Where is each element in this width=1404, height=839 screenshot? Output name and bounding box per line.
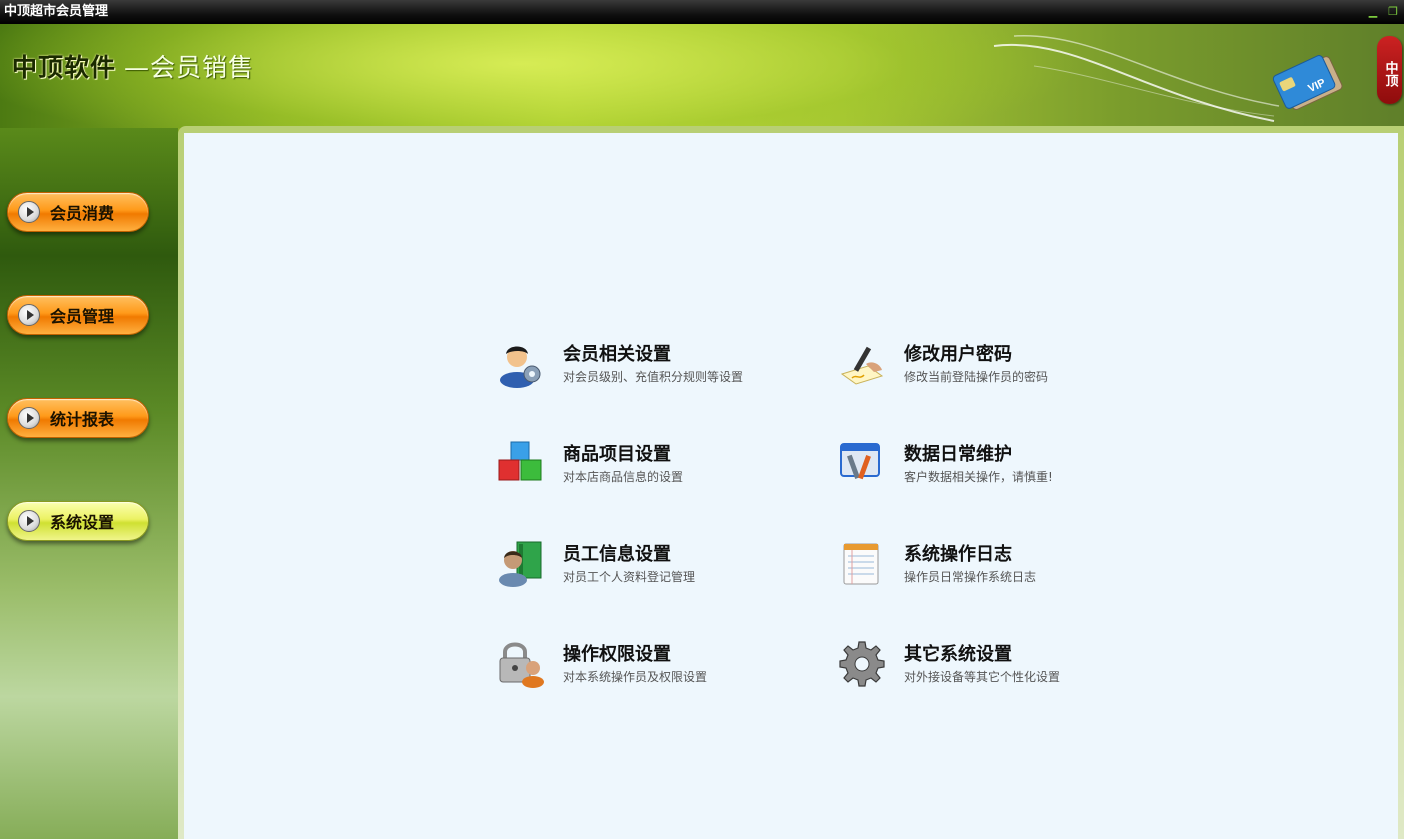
nav-member-consumption-button[interactable]: 会员消费 xyxy=(7,192,149,232)
item-description: 对本店商品信息的设置 xyxy=(563,470,684,484)
data-maintenance-item[interactable]: 数据日常维护 客户数据相关操作，请慎重! xyxy=(838,440,1138,500)
seal-logo: 中顶 xyxy=(1377,36,1402,104)
nav-label: 会员消费 xyxy=(50,204,115,223)
system-log-item[interactable]: 系统操作日志 操作员日常操作系统日志 xyxy=(838,540,1138,600)
left-sidebar xyxy=(0,128,178,839)
gear-icon xyxy=(839,641,885,687)
nav-label: 系统设置 xyxy=(50,513,115,532)
window-controls: ▁ ❐ xyxy=(1368,0,1398,24)
item-title: 修改用户密码 xyxy=(904,344,1012,365)
maintenance-tools-icon xyxy=(840,443,880,480)
brand-name: 中顶软件 xyxy=(12,53,117,82)
item-title: 系统操作日志 xyxy=(904,544,1012,565)
product-cubes-icon xyxy=(498,441,542,481)
window-title: 中顶超市会员管理 xyxy=(4,4,109,19)
item-title: 其它系统设置 xyxy=(904,644,1012,665)
nav-label: 会员管理 xyxy=(50,307,115,326)
restore-icon[interactable]: ❐ xyxy=(1388,6,1398,17)
item-description: 对会员级别、充值积分规则等设置 xyxy=(563,370,744,384)
product-settings-item[interactable]: 商品项目设置 对本店商品信息的设置 xyxy=(497,440,797,500)
item-description: 客户数据相关操作，请慎重! xyxy=(904,470,1053,484)
member-settings-item[interactable]: 会员相关设置 对会员级别、充值积分规则等设置 xyxy=(497,340,797,400)
play-icon xyxy=(18,510,40,532)
permission-settings-item[interactable]: 操作权限设置 对本系统操作员及权限设置 xyxy=(497,640,797,700)
employee-settings-item[interactable]: 员工信息设置 对员工个人资料登记管理 xyxy=(497,540,797,600)
pen-signature-icon xyxy=(840,346,884,385)
item-title: 商品项目设置 xyxy=(563,444,671,465)
item-title: 数据日常维护 xyxy=(904,444,1012,465)
padlock-user-icon xyxy=(499,642,544,688)
brand-subtitle: —会员销售 xyxy=(124,53,255,82)
change-password-item[interactable]: 修改用户密码 修改当前登陆操作员的密码 xyxy=(838,340,1138,400)
vip-card-icon: VIP xyxy=(1272,55,1343,110)
item-description: 修改当前登陆操作员的密码 xyxy=(904,370,1049,384)
decorative-swoosh-icon xyxy=(993,34,1280,122)
seal-text: 中顶 xyxy=(1382,61,1398,87)
item-description: 操作员日常操作系统日志 xyxy=(904,570,1037,584)
item-description: 对本系统操作员及权限设置 xyxy=(563,670,708,684)
nav-label: 统计报表 xyxy=(50,410,115,429)
window-titlebar: 中顶超市会员管理 ▁ ❐ xyxy=(0,0,1404,24)
play-icon xyxy=(18,304,40,326)
minimize-icon[interactable]: ▁ xyxy=(1368,6,1378,17)
header-banner: 中顶软件 —会员销售 VIP 中顶 xyxy=(0,24,1404,128)
item-title: 操作权限设置 xyxy=(563,644,671,665)
nav-reports-button[interactable]: 统计报表 xyxy=(7,398,149,438)
item-title: 员工信息设置 xyxy=(563,544,671,565)
item-title: 会员相关设置 xyxy=(563,344,671,365)
other-settings-item[interactable]: 其它系统设置 对外接设备等其它个性化设置 xyxy=(838,640,1138,700)
notepad-log-icon xyxy=(843,543,879,585)
nav-member-management-button[interactable]: 会员管理 xyxy=(7,295,149,335)
nav-system-settings-button[interactable]: 系统设置 xyxy=(7,501,149,541)
brand-title: 中顶软件 —会员销售 xyxy=(12,48,254,84)
item-description: 对外接设备等其它个性化设置 xyxy=(904,670,1061,684)
play-icon xyxy=(18,201,40,223)
member-settings-icon xyxy=(500,346,541,388)
play-icon xyxy=(18,407,40,429)
employee-book-icon xyxy=(499,541,542,587)
item-description: 对员工个人资料登记管理 xyxy=(563,570,696,584)
